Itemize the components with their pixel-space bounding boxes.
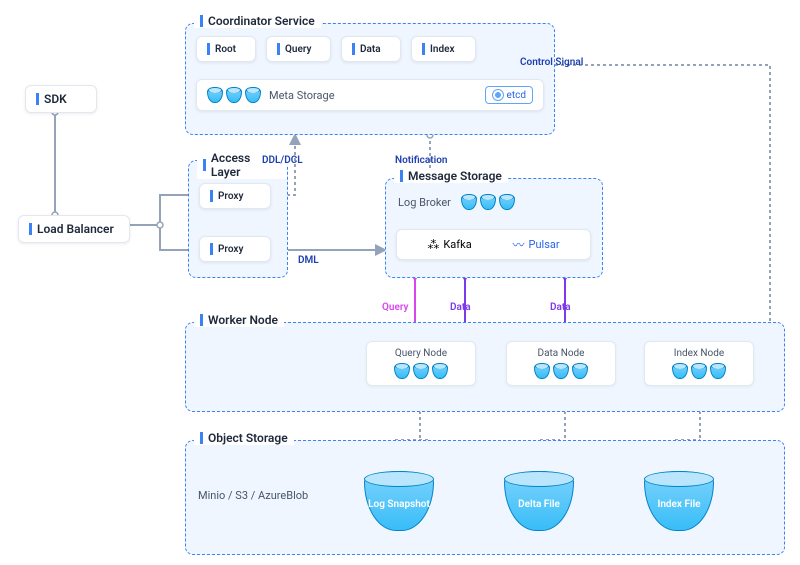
edge-query: Query (382, 302, 409, 313)
sdk-box: SDK (25, 85, 97, 113)
log-broker-cylinders-icon (461, 194, 515, 210)
coordinator-title: Coordinator Service (194, 14, 321, 28)
kafka-icon: ⁂ (427, 238, 439, 252)
storage-providers: Minio / S3 / AzureBlob (198, 489, 308, 502)
meta-storage-cylinders-icon (207, 87, 261, 103)
coord-index: Index (411, 36, 476, 62)
meta-storage-box: Meta Storage etcd (196, 79, 544, 111)
kafka-item: ⁂ Kafka (427, 238, 471, 252)
pulsar-icon: 〰 (513, 236, 525, 253)
access-layer-section: Access Layer Proxy Proxy (188, 160, 288, 278)
coord-data: Data (341, 36, 401, 62)
log-broker-label: Log Broker (398, 196, 451, 209)
index-node: Index Node (644, 341, 754, 386)
worker-title: Worker Node (194, 313, 284, 327)
data-node-cylinders-icon (513, 363, 609, 379)
access-layer-title: Access Layer (197, 151, 287, 179)
message-storage-section: Message Storage Log Broker ⁂ Kafka 〰 Pul… (385, 178, 603, 278)
coord-root: Root (196, 36, 256, 62)
object-storage-section: Object Storage Minio / S3 / AzureBlob Lo… (185, 440, 785, 555)
worker-section: Worker Node Query Node Data Node Index N… (185, 322, 785, 412)
coord-query: Query (266, 36, 331, 62)
meta-storage-label: Meta Storage (269, 89, 335, 102)
coordinator-section: Coordinator Service Root Query Data Inde… (185, 23, 555, 135)
edge-notification: Notification (395, 155, 447, 166)
msg-brokers: ⁂ Kafka 〰 Pulsar (396, 229, 591, 260)
index-file-cylinder: Index File (644, 471, 714, 531)
object-storage-title: Object Storage (194, 431, 294, 445)
gear-icon (492, 89, 504, 101)
edge-data-2: Data (550, 302, 571, 313)
etcd-badge: etcd (485, 86, 533, 104)
pulsar-item: 〰 Pulsar (513, 236, 560, 253)
log-snapshot-cylinder: Log Snapshot (364, 471, 434, 531)
edge-data-1: Data (450, 302, 471, 313)
load-balancer-box: Load Balancer (18, 215, 130, 243)
edge-dml: DML (298, 255, 319, 266)
message-storage-title: Message Storage (394, 169, 508, 183)
proxy-1: Proxy (199, 183, 271, 209)
delta-file-cylinder: Delta File (504, 471, 574, 531)
query-node-cylinders-icon (373, 363, 469, 379)
data-node: Data Node (506, 341, 616, 386)
proxy-2: Proxy (199, 236, 271, 262)
query-node: Query Node (366, 341, 476, 386)
load-balancer-label: Load Balancer (29, 222, 114, 236)
sdk-label: SDK (36, 92, 67, 106)
index-node-cylinders-icon (651, 363, 747, 379)
